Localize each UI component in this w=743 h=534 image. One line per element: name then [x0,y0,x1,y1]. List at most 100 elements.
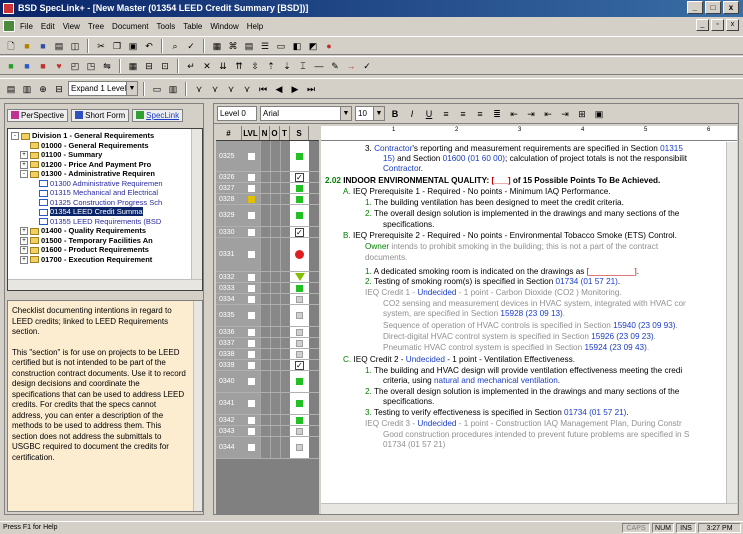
close-button[interactable]: x [723,1,739,14]
tree-item[interactable]: +01200 - Price And Payment Pro [11,160,202,170]
reference-link[interactable]: 15940 (23 09 93) [613,321,675,330]
filter-c-icon[interactable]: ⋎ [224,82,238,96]
font-select[interactable]: Arial ▼ [260,106,352,121]
n-cell[interactable] [260,294,270,304]
document-line[interactable]: IEQ Credit 1 - Undecided - 1 point - Car… [365,288,622,297]
table-icon[interactable]: ▦ [210,39,224,53]
menu-view[interactable]: View [63,22,80,31]
n-cell[interactable] [260,349,270,359]
italic-button[interactable]: I [405,107,419,121]
last-page-icon[interactable]: ⏭ [304,82,318,96]
bold-button[interactable]: B [388,107,402,121]
grid-row[interactable]: 0333 [216,283,319,294]
tree-item[interactable]: 01315 Mechanical and Electrical [11,188,202,198]
o-cell[interactable] [270,227,280,237]
o-cell[interactable] [270,194,280,204]
o-cell[interactable] [270,272,280,282]
document-line[interactable]: 01734 (01 57 21) [383,440,445,449]
save-icon[interactable]: ■ [36,39,50,53]
status-cell[interactable] [290,141,309,171]
grid-row[interactable]: 0342 [216,415,319,426]
document-line[interactable]: 1. The building ventilation has been des… [365,198,624,207]
document-line[interactable]: Sequence of operation of HVAC controls i… [383,321,678,330]
blue-square-icon[interactable]: ■ [20,59,34,73]
o-cell[interactable] [270,393,280,414]
reference-link[interactable]: Undecided [406,355,445,364]
document-line[interactable]: 3. Contractor's reporting and measuremen… [365,144,683,153]
insert-icon[interactable]: ◰ [68,59,82,73]
o-cell[interactable] [270,172,280,182]
tree-item[interactable]: 01325 Construction Progress Sch [11,198,202,208]
document-line[interactable]: criteria, using natural and mechanical v… [383,376,560,385]
reference-link[interactable]: 01315 [660,144,683,153]
collapse-icon[interactable]: - [11,132,19,141]
document-line[interactable]: CO2 sensing and measurement devices in H… [383,299,686,308]
t-cell[interactable] [280,305,290,326]
t-cell[interactable] [280,283,290,293]
tree-item[interactable]: +01500 - Temporary Facilities An [11,236,202,246]
grid-row[interactable]: 0341 [216,393,319,415]
document-line[interactable]: B. IEQ Prerequisite 2 - Required - No po… [343,231,677,240]
tree-item[interactable]: 01355 LEED Requirements (BSD [11,217,202,227]
split-icon[interactable]: ⇈ [232,59,246,73]
collapse-icon[interactable]: ⊟ [52,82,66,96]
chart-line-icon[interactable]: ⊡ [158,59,172,73]
status-cell[interactable] [290,272,309,282]
grid-row[interactable]: 0325 [216,141,319,172]
document-line[interactable]: Pneumatic HVAC control system is specifi… [383,343,649,352]
reference-link[interactable]: 15) [383,154,395,163]
open-icon[interactable]: ■ [20,39,34,53]
document-horizontal-scrollbar[interactable] [321,503,737,514]
status-cell[interactable] [290,283,309,293]
reference-link[interactable]: Contractor [372,144,412,153]
document-line[interactable]: 2. The overall design solution is implem… [365,209,679,218]
n-cell[interactable] [260,172,270,182]
n-cell[interactable] [260,205,270,226]
expand-icon[interactable]: + [20,236,28,245]
t-cell[interactable] [280,141,290,171]
o-cell[interactable] [270,437,280,458]
document-line[interactable]: 2.02 INDOOR ENVIRONMENTAL QUALITY: [___]… [325,176,660,185]
grid-row[interactable]: 0326 ✓ [216,172,319,183]
tree-item[interactable]: 01000 - General Requirements [11,141,202,151]
indent-decrease-icon[interactable]: ⇤ [507,107,521,121]
n-cell[interactable] [260,194,270,204]
menu-window[interactable]: Window [210,22,238,31]
spell-icon[interactable]: ✓ [184,39,198,53]
document-line[interactable]: Owner intends to prohibit smoking in the… [365,242,658,251]
n-cell[interactable] [260,360,270,370]
tab-perspective[interactable]: PerSpective [7,108,69,122]
indent-icon[interactable]: ⇥ [558,107,572,121]
n-cell[interactable] [260,426,270,436]
document-line[interactable]: specifications. [383,220,434,229]
promote-icon[interactable]: ⇡ [264,59,278,73]
green-square-icon[interactable]: ■ [4,59,18,73]
bracket-icon[interactable]: ⌶ [296,59,310,73]
reference-link[interactable]: 01600 (01 60 00) [443,154,505,163]
status-cell[interactable] [290,338,309,348]
expand-icon[interactable]: + [20,255,28,264]
grid-row[interactable]: 0330 ✓ [216,227,319,238]
menu-document[interactable]: Document [112,22,148,31]
section-tree[interactable]: - Division 1 - General Requirements 01000 … [7,128,203,291]
n-cell[interactable] [260,183,270,193]
reference-link[interactable]: natural and mechanical ventilation [434,376,558,385]
next-page-icon[interactable]: ▶ [288,82,302,96]
grid-row[interactable]: 0335 [216,305,319,327]
doc-minimize-button[interactable]: _ [696,19,709,31]
t-cell[interactable] [280,205,290,226]
expand-icon[interactable]: + [20,246,28,255]
n-cell[interactable] [260,338,270,348]
status-cell[interactable] [290,305,309,326]
status-cell[interactable] [290,393,309,414]
report-icon[interactable]: ▤ [242,39,256,53]
o-cell[interactable] [270,283,280,293]
tree-item[interactable]: 01300 Administrative Requiremen [11,179,202,189]
tree-item[interactable]: +01100 - Summary [11,150,202,160]
status-cell[interactable] [290,426,309,436]
tree-item[interactable]: +01700 - Execution Requirement [11,255,202,265]
borders-icon[interactable]: ⊞ [575,107,589,121]
chevron-down-icon[interactable]: ▼ [373,107,384,120]
document-line[interactable]: specifications. [383,397,434,406]
o-cell[interactable] [270,238,280,271]
